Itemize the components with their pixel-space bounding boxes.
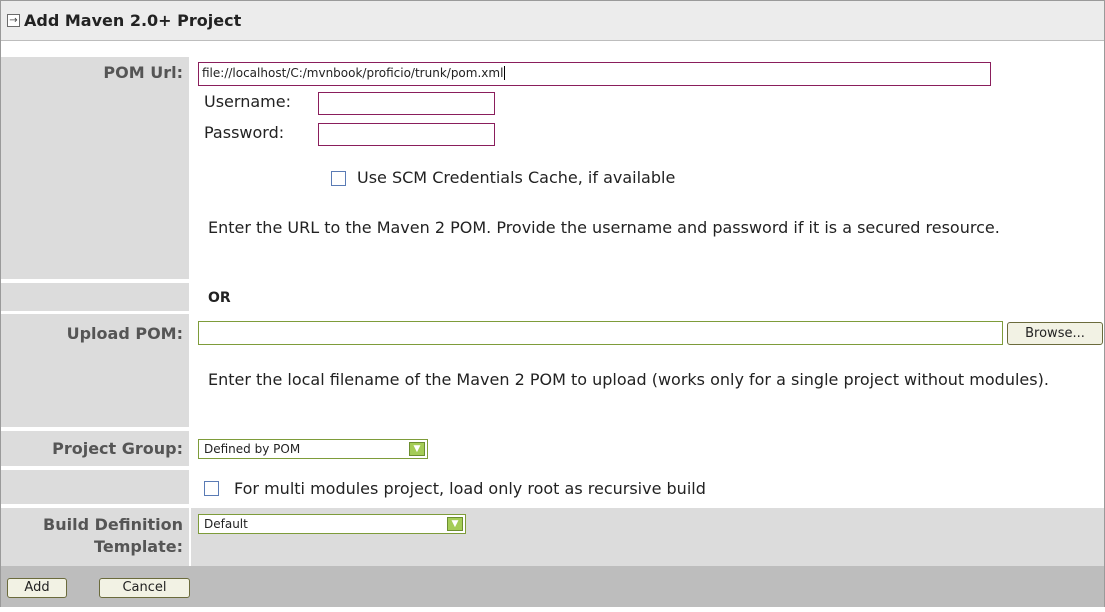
upload-pom-label-cell: Upload POM: — [1, 314, 189, 427]
pom-url-input[interactable]: file://localhost/C:/mvnbook/proficio/tru… — [198, 62, 991, 86]
cancel-button[interactable]: Cancel — [99, 578, 190, 598]
project-group-select[interactable]: Defined by POM ▼ — [198, 439, 428, 459]
chevron-down-icon: ▼ — [447, 517, 463, 531]
upload-pom-label: Upload POM: — [66, 324, 183, 343]
project-group-selected: Defined by POM — [204, 442, 301, 456]
upload-pom-help: Enter the local filename of the Maven 2 … — [208, 370, 1049, 389]
or-label: OR — [208, 290, 231, 306]
multi-module-checkbox[interactable] — [204, 481, 219, 496]
scm-cache-label: Use SCM Credentials Cache, if available — [357, 168, 676, 187]
button-bar: Add Cancel — [1, 566, 1104, 607]
pom-url-label: POM Url: — [103, 63, 183, 82]
multi-module-label: For multi modules project, load only roo… — [234, 479, 706, 498]
password-label: Password: — [204, 123, 285, 142]
build-template-selected: Default — [204, 517, 248, 531]
chevron-down-icon: ▼ — [409, 442, 425, 456]
password-field[interactable] — [318, 123, 495, 146]
build-template-select[interactable]: Default ▼ — [198, 514, 466, 534]
project-group-label-cell: Project Group: — [1, 431, 189, 466]
pom-url-value: file://localhost/C:/mvnbook/proficio/tru… — [202, 66, 504, 80]
project-group-label: Project Group: — [52, 439, 183, 458]
upload-pom-input[interactable] — [198, 321, 1003, 345]
username-label: Username: — [204, 92, 291, 111]
browse-button[interactable]: Browse... — [1007, 322, 1103, 345]
build-template-label-cell: Build Definition Template: — [1, 508, 189, 566]
or-label-cell — [1, 283, 189, 311]
panel-header: → Add Maven 2.0+ Project — [1, 1, 1104, 41]
add-project-panel: → Add Maven 2.0+ Project POM Url: file:/… — [0, 0, 1105, 607]
pom-url-label-cell: POM Url: — [1, 57, 189, 279]
pom-url-help: Enter the URL to the Maven 2 POM. Provid… — [208, 218, 1000, 237]
scm-cache-checkbox[interactable] — [331, 171, 346, 186]
collapse-arrow-icon[interactable]: → — [7, 14, 20, 27]
multi-module-label-cell — [1, 470, 189, 504]
build-template-label-line1: Build Definition — [43, 515, 183, 534]
username-field[interactable] — [318, 92, 495, 115]
build-template-label-line2: Template: — [94, 537, 183, 556]
page-title: Add Maven 2.0+ Project — [24, 11, 242, 30]
add-button[interactable]: Add — [7, 578, 67, 598]
